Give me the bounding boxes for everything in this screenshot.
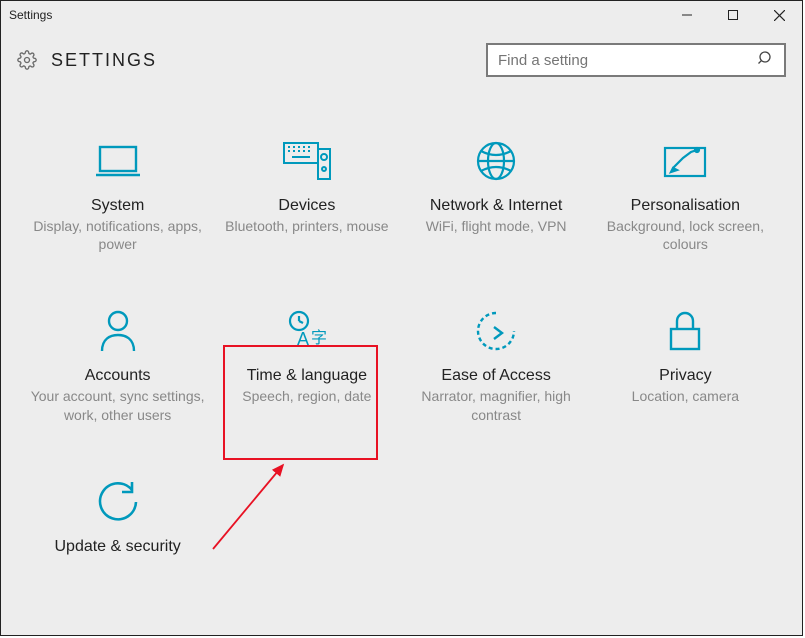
personalisation-icon (597, 137, 774, 185)
tile-title: Update & security (29, 538, 206, 556)
tile-title: Network & Internet (408, 197, 585, 215)
tile-time-language[interactable]: A 字 Time & language Speech, region, date (212, 305, 401, 425)
tile-desc: Narrator, magnifier, high contrast (408, 387, 585, 423)
ease-of-access-icon (408, 307, 585, 355)
close-button[interactable] (756, 1, 802, 29)
tile-desc: Speech, region, date (218, 387, 395, 405)
devices-icon (218, 137, 395, 185)
search-box[interactable] (486, 43, 786, 77)
tile-system[interactable]: System Display, notifications, apps, pow… (23, 135, 212, 255)
page-title: SETTINGS (51, 50, 486, 71)
tile-desc: Bluetooth, printers, mouse (218, 217, 395, 235)
gear-icon (17, 50, 37, 70)
tile-title: Accounts (29, 367, 206, 385)
tile-title: Time & language (218, 367, 395, 385)
titlebar: Settings (1, 1, 802, 29)
time-language-icon: A 字 (218, 307, 395, 355)
tile-title: Devices (218, 197, 395, 215)
search-icon (758, 50, 774, 71)
tile-desc: Background, lock screen, colours (597, 217, 774, 253)
tile-title: Personalisation (597, 197, 774, 215)
svg-text:字: 字 (311, 329, 327, 347)
window-controls (664, 1, 802, 29)
tile-devices[interactable]: Devices Bluetooth, printers, mouse (212, 135, 401, 255)
tile-desc: Your account, sync settings, work, other… (29, 387, 206, 423)
tile-accounts[interactable]: Accounts Your account, sync settings, wo… (23, 305, 212, 425)
tile-desc: Location, camera (597, 387, 774, 405)
tile-title: Privacy (597, 367, 774, 385)
tiles-grid: System Display, notifications, apps, pow… (1, 97, 802, 560)
search-container (486, 43, 786, 77)
tile-update-security[interactable]: Update & security (23, 476, 212, 560)
system-icon (29, 137, 206, 185)
maximize-button[interactable] (710, 1, 756, 29)
tile-title: System (29, 197, 206, 215)
tile-network[interactable]: Network & Internet WiFi, flight mode, VP… (402, 135, 591, 255)
window-title: Settings (9, 8, 664, 22)
tile-desc: Display, notifications, apps, power (29, 217, 206, 253)
search-input[interactable] (498, 52, 758, 69)
lock-icon (597, 307, 774, 355)
update-icon (29, 478, 206, 526)
person-icon (29, 307, 206, 355)
header: SETTINGS (1, 29, 802, 97)
settings-window: Settings SETTINGS (0, 0, 803, 636)
tile-privacy[interactable]: Privacy Location, camera (591, 305, 780, 425)
tile-title: Ease of Access (408, 367, 585, 385)
globe-icon (408, 137, 585, 185)
tile-ease-of-access[interactable]: Ease of Access Narrator, magnifier, high… (402, 305, 591, 425)
tile-personalisation[interactable]: Personalisation Background, lock screen,… (591, 135, 780, 255)
svg-text:A: A (297, 329, 309, 349)
tile-desc: WiFi, flight mode, VPN (408, 217, 585, 235)
minimize-button[interactable] (664, 1, 710, 29)
